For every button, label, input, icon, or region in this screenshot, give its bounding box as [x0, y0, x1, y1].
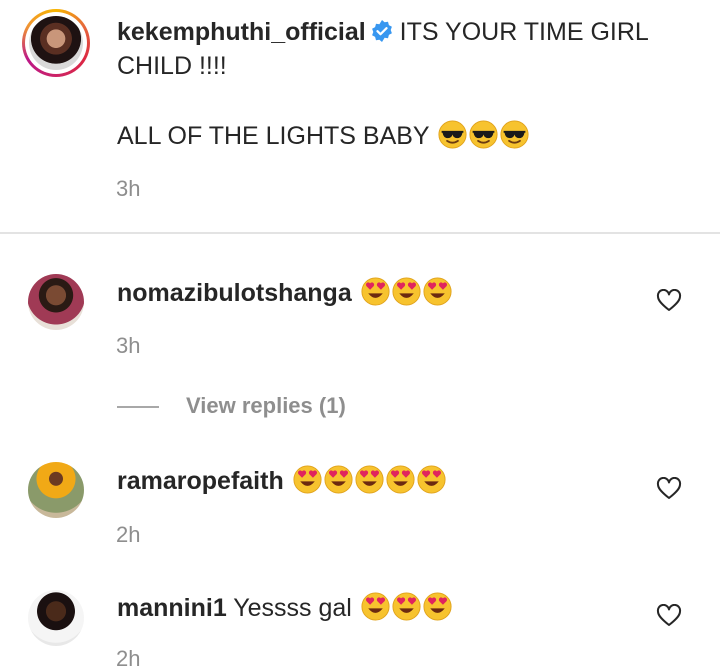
like-heart-icon[interactable] — [656, 477, 682, 501]
heart-eyes-emoji-icon — [293, 465, 322, 494]
caption-line-1: kekemphuthi_official ITS YOUR TIME GIRL — [117, 18, 649, 47]
caption-text-1: ITS YOUR TIME GIRL — [399, 18, 649, 46]
commenter-avatar[interactable] — [28, 274, 84, 330]
sunglasses-emoji-icon — [500, 120, 529, 149]
like-heart-icon[interactable] — [656, 289, 682, 313]
comment-username[interactable]: mannini1 — [117, 594, 227, 622]
comment-emoji-group — [359, 279, 452, 307]
heart-eyes-emoji-icon — [417, 465, 446, 494]
heart-eyes-emoji-icon — [386, 465, 415, 494]
caption-username[interactable]: kekemphuthi_official — [117, 18, 366, 46]
comment-emoji-group — [291, 467, 446, 495]
sunglasses-emoji-icon — [438, 120, 467, 149]
heart-eyes-emoji-icon — [392, 592, 421, 621]
caption-time: 3h — [116, 176, 141, 201]
like-heart-icon[interactable] — [656, 604, 682, 628]
comment-time: 3h — [116, 333, 141, 358]
caption-emoji-group — [436, 122, 529, 150]
sunglasses-emoji-icon — [469, 120, 498, 149]
heart-eyes-emoji-icon — [423, 592, 452, 621]
comment-line: ramaropefaith — [117, 465, 446, 496]
avatar-photo — [29, 16, 83, 70]
comment-time: 2h — [116, 522, 141, 547]
comment-line: mannini1 Yessss gal — [117, 592, 452, 623]
caption-line-3: ALL OF THE LIGHTS BABY — [117, 120, 529, 151]
caption-text-3: ALL OF THE LIGHTS BABY — [117, 122, 430, 150]
comment-username[interactable]: nomazibulotshanga — [117, 279, 352, 307]
commenter-avatar[interactable] — [28, 590, 84, 646]
heart-eyes-emoji-icon — [361, 277, 390, 306]
verified-badge-icon — [371, 20, 392, 42]
comment-line: nomazibulotshanga — [117, 277, 452, 308]
heart-eyes-emoji-icon — [361, 592, 390, 621]
view-replies-dash — [117, 406, 159, 408]
comment-emoji-group — [359, 594, 452, 622]
heart-eyes-emoji-icon — [423, 277, 452, 306]
commenter-avatar[interactable] — [28, 462, 84, 518]
comment-username[interactable]: ramaropefaith — [117, 467, 284, 495]
comment-text: Yessss gal — [233, 594, 352, 622]
heart-eyes-emoji-icon — [355, 465, 384, 494]
comment-time: 2h — [116, 646, 141, 671]
view-replies-button[interactable]: View replies (1) — [186, 393, 346, 419]
caption-avatar[interactable] — [22, 9, 90, 77]
heart-eyes-emoji-icon — [392, 277, 421, 306]
divider — [0, 232, 720, 234]
caption-text-2: CHILD !!!! — [117, 52, 227, 80]
heart-eyes-emoji-icon — [324, 465, 353, 494]
